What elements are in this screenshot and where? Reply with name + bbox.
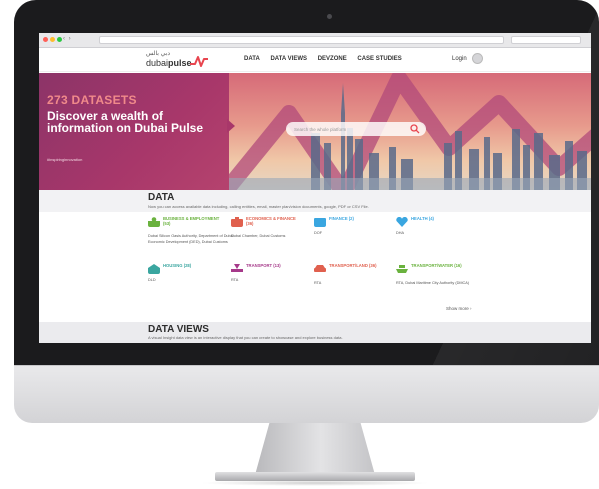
- nav-case-studies[interactable]: CASE STUDIES: [357, 56, 401, 62]
- hero-arrow-decoration: [227, 119, 235, 133]
- heart-icon: [396, 217, 408, 227]
- show-more-link[interactable]: Show more ›: [446, 306, 472, 311]
- category-title: BUSINESS & EMPLOYMENT (53): [163, 216, 220, 226]
- hero-hashtag[interactable]: #inspiringinnovation: [47, 157, 82, 162]
- house-icon: [148, 264, 160, 274]
- hero-text-panel: 273 DATASETS Discover a wealth of inform…: [39, 73, 229, 190]
- category-description: DHA: [396, 231, 405, 235]
- login-link[interactable]: Login: [452, 56, 467, 62]
- category-description: DOF: [314, 231, 323, 235]
- camera-icon: [327, 14, 332, 19]
- nav-data[interactable]: DATA: [244, 56, 260, 62]
- data-header: DATA Now you can access available data i…: [39, 190, 591, 212]
- category-description: RTA: [314, 281, 322, 285]
- data-views-title: DATA VIEWS: [148, 324, 209, 335]
- category-title: FINANCE (2): [329, 216, 354, 221]
- car-icon: [314, 265, 326, 272]
- category-description: RTA, Dubai Maritime City Authority (DMCA…: [396, 281, 470, 285]
- category-title: TRANSPORT/LAND (36): [329, 263, 377, 268]
- category-title: TRANSPORT (13): [246, 263, 281, 268]
- category-description: RTA: [231, 278, 239, 282]
- monitor-stand: [255, 423, 375, 475]
- avatar[interactable]: [472, 53, 483, 64]
- category-description: Dubai Chamber, Dubai Customs: [231, 234, 286, 238]
- search-icon[interactable]: [410, 124, 420, 134]
- main-nav: DATA DATA VIEWS DEVZONE CASE STUDIES: [244, 56, 411, 62]
- browser-toolbar: ‹ ›: [39, 33, 591, 48]
- briefcase-icon: [231, 217, 243, 227]
- data-section: DATA Now you can access available data i…: [39, 190, 591, 322]
- logo-text: dubaipulse: [146, 58, 192, 68]
- site-header: دبي بالس dubaipulse DATA DATA VIEWS DEVZ…: [39, 48, 591, 72]
- category-description: DLD: [148, 278, 156, 282]
- dataset-count: 273 DATASETS: [47, 93, 137, 107]
- data-views-section: DATA VIEWS A visual Insight data view is…: [39, 322, 591, 343]
- hero-banner: 273 DATASETS Discover a wealth of inform…: [39, 73, 591, 190]
- logo-text-bold: pulse: [168, 58, 192, 68]
- screen: ‹ › دبي بالس dubaipulse DATA DATA VIEWS …: [39, 33, 591, 343]
- stand-shadow: [200, 480, 430, 486]
- data-section-title: DATA: [148, 192, 175, 203]
- category-title: ECONOMICS & FINANCE (36): [246, 216, 296, 226]
- hero-headline: Discover a wealth of information on Duba…: [47, 109, 204, 135]
- category-title: HOUSING (28): [163, 263, 192, 268]
- monitor-chin: [14, 365, 599, 423]
- logo-text-light: dubai: [146, 58, 169, 68]
- category-description: Dubai Silicon Oasis Authority, Departmen…: [148, 234, 234, 244]
- category-title: TRANSPORT/WATER (16): [411, 263, 462, 268]
- category-title: HEALTH (4): [411, 216, 434, 221]
- data-views-description: A visual Insight data view is an interac…: [148, 335, 343, 340]
- boat-icon: [396, 265, 408, 273]
- address-bar[interactable]: [99, 36, 504, 44]
- browser-nav-arrows-icon[interactable]: ‹ ›: [63, 36, 72, 42]
- search-input[interactable]: [286, 122, 426, 136]
- business-icon: [148, 217, 160, 227]
- browser-search-field[interactable]: [511, 36, 581, 44]
- data-section-description: Now you can access available data includ…: [148, 204, 369, 209]
- transport-icon: [231, 264, 243, 272]
- wallet-icon: [314, 218, 326, 227]
- nav-data-views[interactable]: DATA VIEWS: [270, 56, 307, 62]
- nav-devzone[interactable]: DEVZONE: [318, 56, 347, 62]
- close-window-icon[interactable]: [43, 37, 48, 42]
- logo-arabic-text: دبي بالس: [146, 51, 170, 57]
- maximize-window-icon[interactable]: [57, 37, 62, 42]
- pulse-logo-icon: [190, 56, 208, 67]
- minimize-window-icon[interactable]: [50, 37, 55, 42]
